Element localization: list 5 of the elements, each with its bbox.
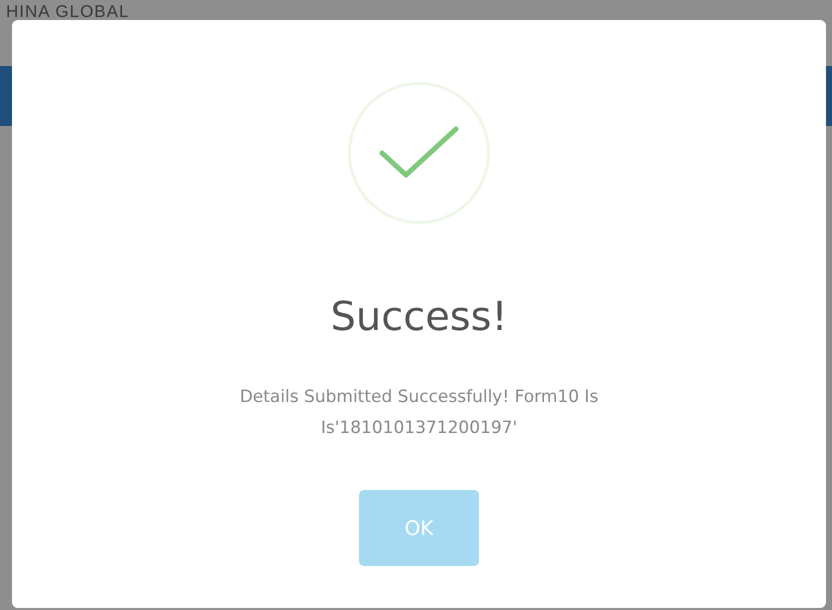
dialog-message: Details Submitted Successfully! Form10 Is Is'1810101371200197' <box>238 386 600 440</box>
ok-button[interactable]: OK <box>359 490 479 566</box>
page-title: HINA GLOBAL <box>5 1 130 22</box>
success-icon <box>348 82 490 224</box>
dialog-title: Success! <box>330 294 508 340</box>
